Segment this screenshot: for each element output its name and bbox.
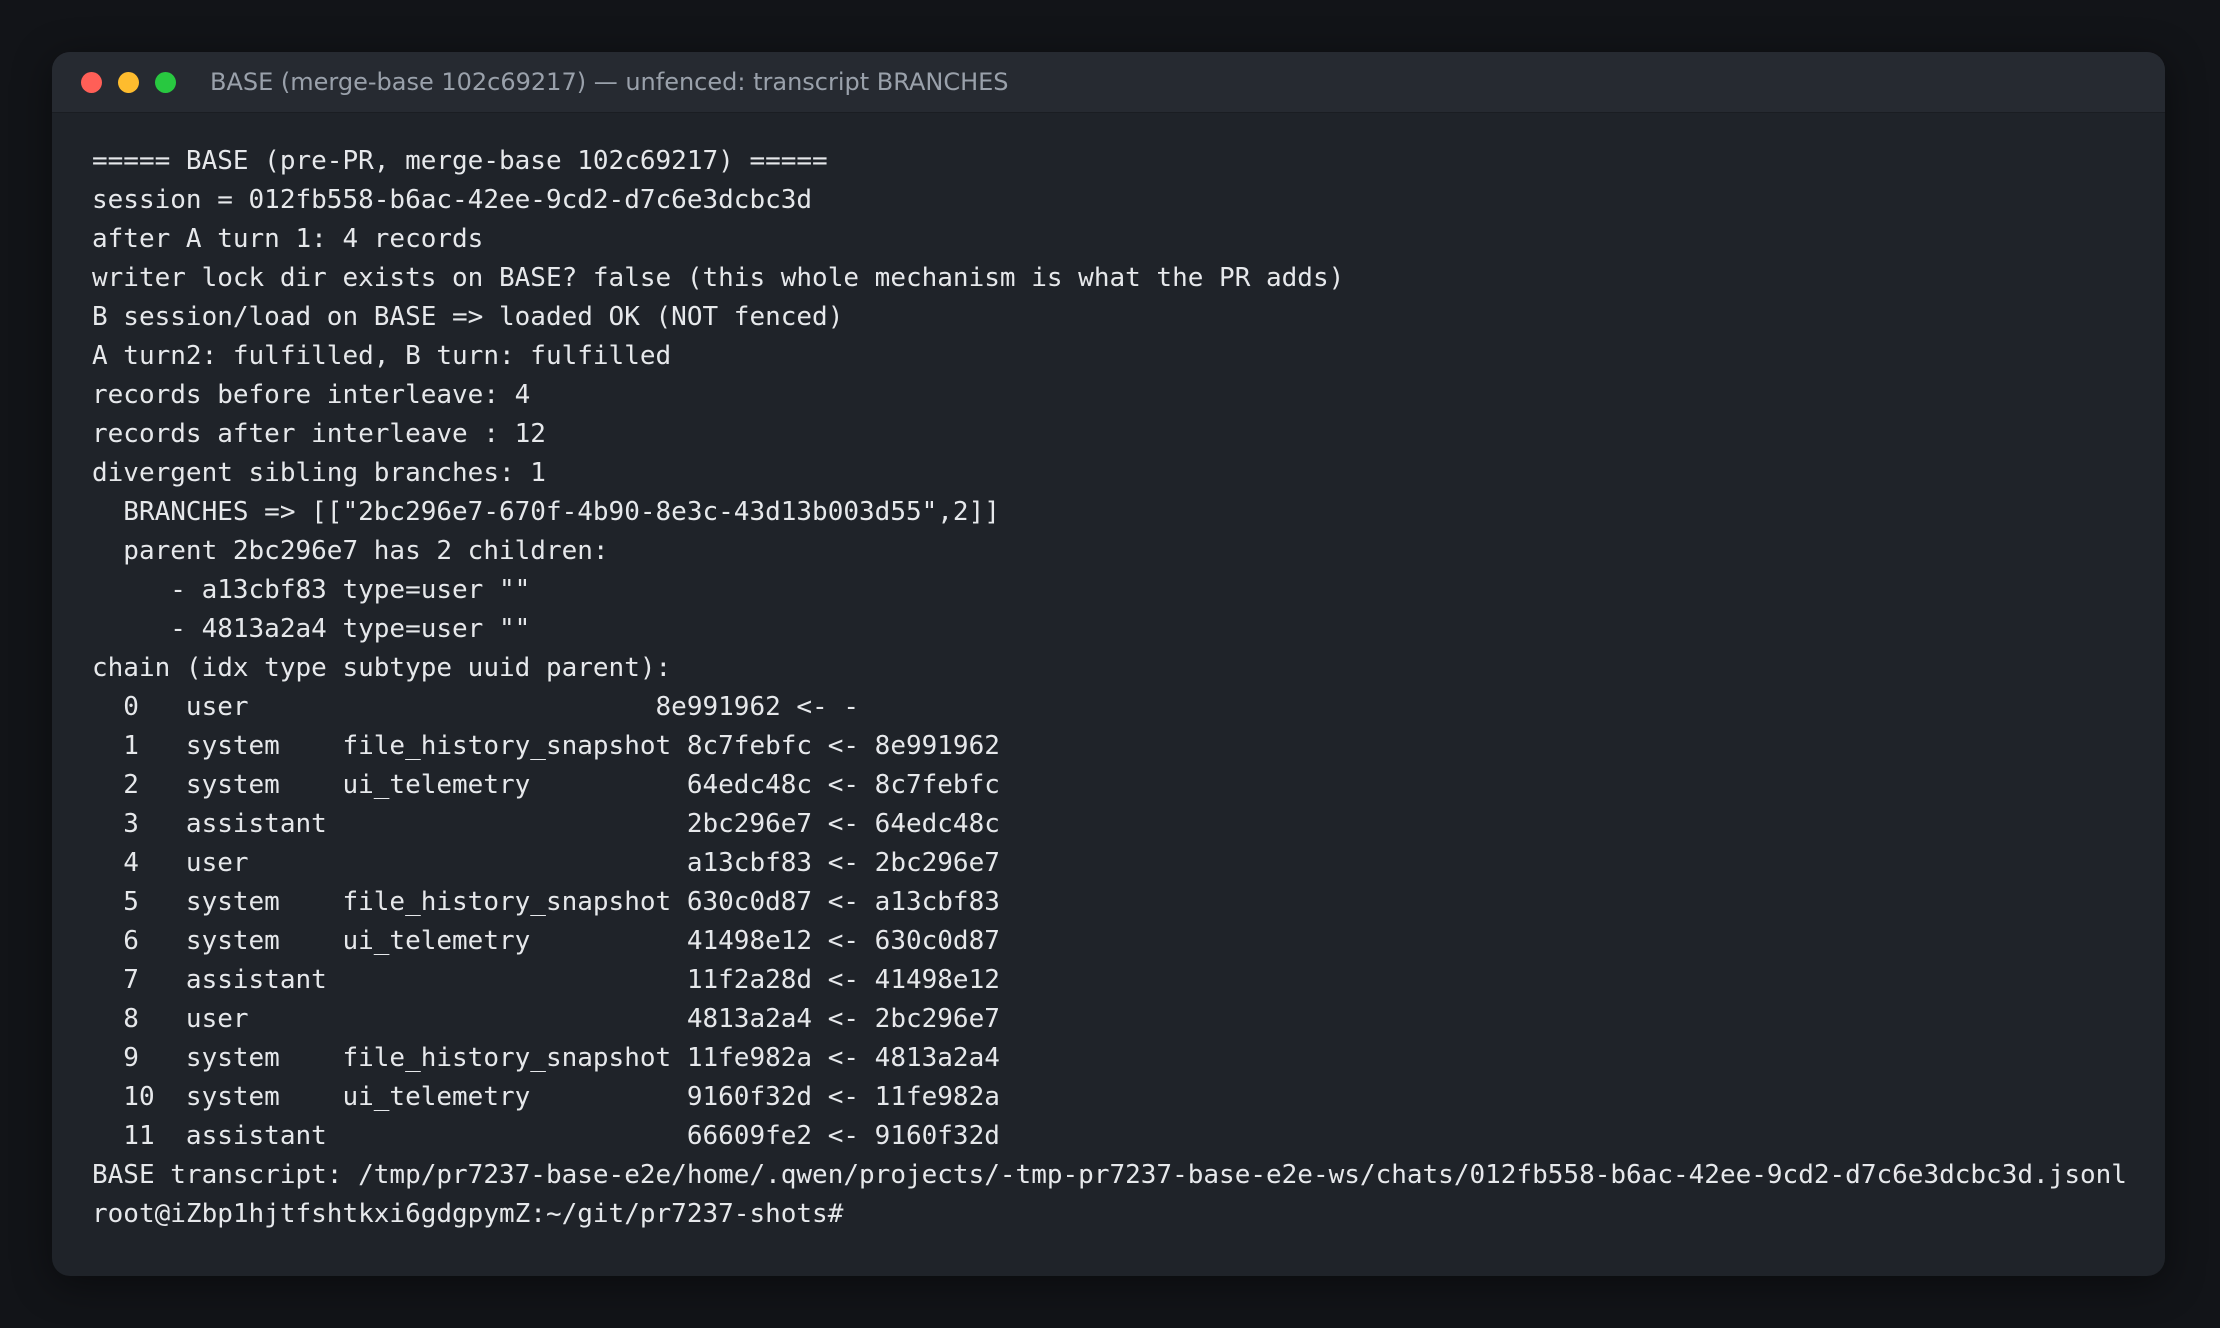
chain-row: 9 system file_history_snapshot 11fe982a … <box>92 1043 1000 1073</box>
terminal-line: A turn2: fulfilled, B turn: fulfilled <box>92 341 672 371</box>
shell-prompt[interactable]: root@iZbp1hjtfshtkxi6gdgpymZ:~/git/pr723… <box>92 1195 2127 1234</box>
terminal-line: records before interleave: 4 <box>92 380 531 410</box>
chain-row: 6 system ui_telemetry 41498e12 <- 630c0d… <box>92 926 1000 956</box>
terminal-line: records after interleave : 12 <box>92 419 546 449</box>
terminal-line: after A turn 1: 4 records <box>92 224 484 254</box>
minimize-button[interactable] <box>118 72 139 93</box>
chain-row: 11 assistant 66609fe2 <- 9160f32d <box>92 1121 1000 1151</box>
chain-row: 0 user 8e991962 <- - <box>92 692 860 722</box>
close-button[interactable] <box>81 72 102 93</box>
terminal-line: writer lock dir exists on BASE? false (t… <box>92 263 1345 293</box>
chain-row: 3 assistant 2bc296e7 <- 64edc48c <box>92 809 1000 839</box>
window-title: BASE (merge-base 102c69217) — unfenced: … <box>210 68 1009 96</box>
chain-row: 4 user a13cbf83 <- 2bc296e7 <box>92 848 1000 878</box>
chain-row: 10 system ui_telemetry 9160f32d <- 11fe9… <box>92 1082 1000 1112</box>
terminal-line: B session/load on BASE => loaded OK (NOT… <box>92 302 844 332</box>
chain-row: 1 system file_history_snapshot 8c7febfc … <box>92 731 1000 761</box>
chain-row: 2 system ui_telemetry 64edc48c <- 8c7feb… <box>92 770 1000 800</box>
terminal-line: ===== BASE (pre-PR, merge-base 102c69217… <box>92 146 828 176</box>
chain-row: 7 assistant 11f2a28d <- 41498e12 <box>92 965 1000 995</box>
chain-row: 5 system file_history_snapshot 630c0d87 … <box>92 887 1000 917</box>
terminal-line: - 4813a2a4 type=user "" <box>92 614 531 644</box>
transcript-path-line: BASE transcript: /tmp/pr7237-base-e2e/ho… <box>92 1160 2127 1190</box>
terminal-window: BASE (merge-base 102c69217) — unfenced: … <box>52 52 2165 1276</box>
chain-row: 8 user 4813a2a4 <- 2bc296e7 <box>92 1004 1000 1034</box>
terminal-output[interactable]: ===== BASE (pre-PR, merge-base 102c69217… <box>92 142 2127 1234</box>
zoom-button[interactable] <box>155 72 176 93</box>
terminal-line: parent 2bc296e7 has 2 children: <box>92 536 609 566</box>
terminal-line: chain (idx type subtype uuid parent): <box>92 653 672 683</box>
title-bar: BASE (merge-base 102c69217) — unfenced: … <box>52 52 2165 113</box>
terminal-line: BRANCHES => [["2bc296e7-670f-4b90-8e3c-4… <box>92 497 1000 527</box>
terminal-line: session = 012fb558-b6ac-42ee-9cd2-d7c6e3… <box>92 185 813 215</box>
terminal-line: - a13cbf83 type=user "" <box>92 575 531 605</box>
terminal-line: divergent sibling branches: 1 <box>92 458 546 488</box>
